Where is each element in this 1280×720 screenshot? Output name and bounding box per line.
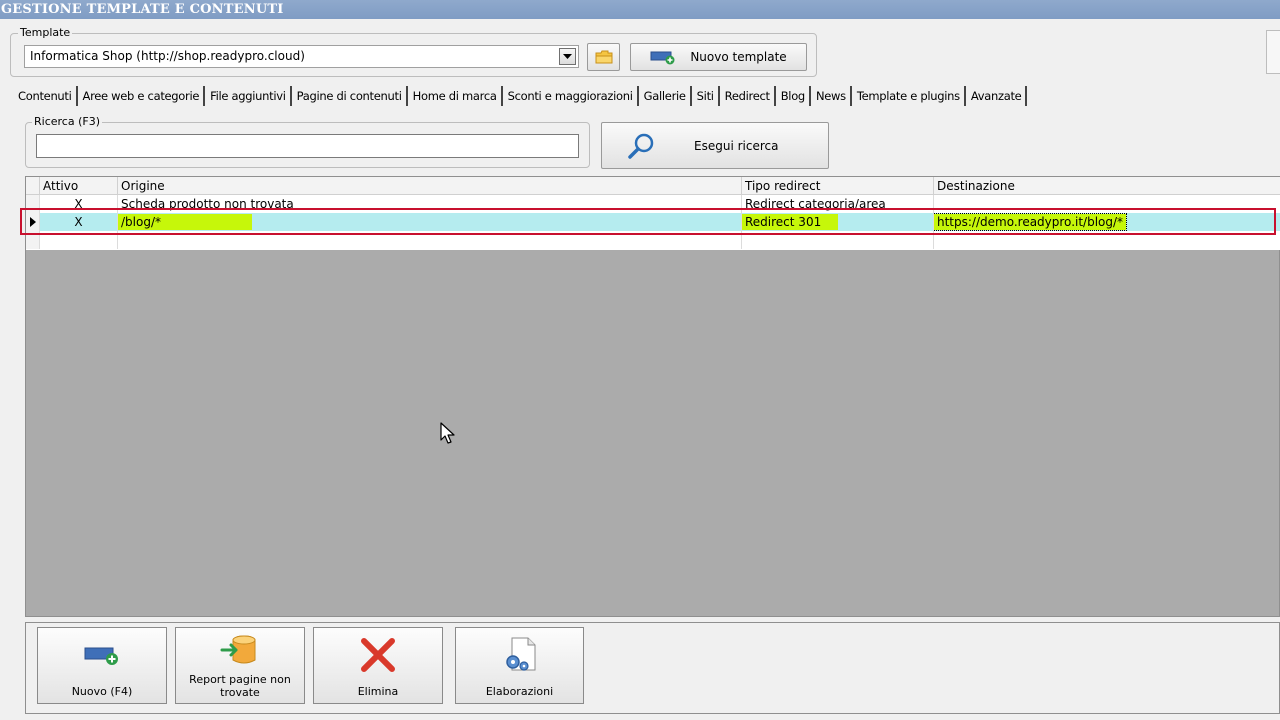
redirect-grid[interactable]: Attivo Origine Tipo redirect Destinazion… [25,176,1280,617]
tab-gallerie[interactable]: Gallerie [640,86,692,106]
template-select-value: Informatica Shop (http://shop.readypro.c… [30,49,305,63]
search-button[interactable]: Esegui ricerca [601,122,829,169]
delete-x-icon [361,638,395,672]
search-label: Ricerca (F3) [32,115,102,128]
column-attivo[interactable]: Attivo [40,177,118,195]
template-select[interactable]: Informatica Shop (http://shop.readypro.c… [24,45,579,68]
search-button-label: Esegui ricerca [694,139,779,153]
new-redirect-button[interactable]: Nuovo (F4) [37,627,167,704]
processing-label: Elaborazioni [485,685,554,698]
tab-news[interactable]: News [812,86,852,106]
chevron-down-icon[interactable] [559,48,576,65]
tab-pagine-contenuti[interactable]: Pagine di contenuti [293,86,408,106]
delete-button[interactable]: Elimina [313,627,443,704]
column-destinazione[interactable]: Destinazione [934,177,1280,195]
column-origine[interactable]: Origine [118,177,742,195]
side-panel-edge [1266,30,1280,74]
tab-contenuti[interactable]: Contenuti [14,86,78,106]
row-indicator-header [26,177,40,195]
tab-file-aggiuntivi[interactable]: File aggiuntivi [206,86,292,106]
tab-siti[interactable]: Siti [693,86,720,106]
tab-bar: Contenuti Aree web e categorie File aggi… [14,86,1028,106]
tab-blog[interactable]: Blog [777,86,811,106]
delete-label: Elimina [357,685,399,698]
document-gear-icon [505,637,535,671]
mouse-cursor-icon [440,422,455,444]
report-label: Report pagine non trovate [189,673,291,699]
column-tipo-redirect[interactable]: Tipo redirect [742,177,934,195]
search-input[interactable] [36,134,579,158]
tab-aree-web[interactable]: Aree web e categorie [79,86,206,106]
report-button[interactable]: Report pagine non trovate [175,627,305,704]
processing-button[interactable]: Elaborazioni [455,627,584,704]
tab-avanzate[interactable]: Avanzate [967,86,1028,106]
highlight-frame [20,208,1276,235]
add-screen-icon [84,647,118,665]
window-title: GESTIONE TEMPLATE E CONTENUTI [0,0,1280,19]
tab-home-marca[interactable]: Home di marca [409,86,503,106]
database-import-icon [220,635,256,664]
new-template-button[interactable]: Nuovo template [630,43,807,71]
new-template-label: Nuovo template [690,50,787,64]
tab-redirect[interactable]: Redirect [720,86,776,106]
add-screen-icon [650,51,675,65]
new-redirect-label: Nuovo (F4) [71,685,133,698]
folder-icon [595,50,612,64]
open-template-folder-button[interactable] [587,43,620,71]
grid-header: Attivo Origine Tipo redirect Destinazion… [26,177,1280,195]
template-label: Template [18,26,73,39]
search-icon [628,133,654,159]
tab-template-plugins[interactable]: Template e plugins [853,86,966,106]
tab-sconti[interactable]: Sconti e maggiorazioni [504,86,639,106]
